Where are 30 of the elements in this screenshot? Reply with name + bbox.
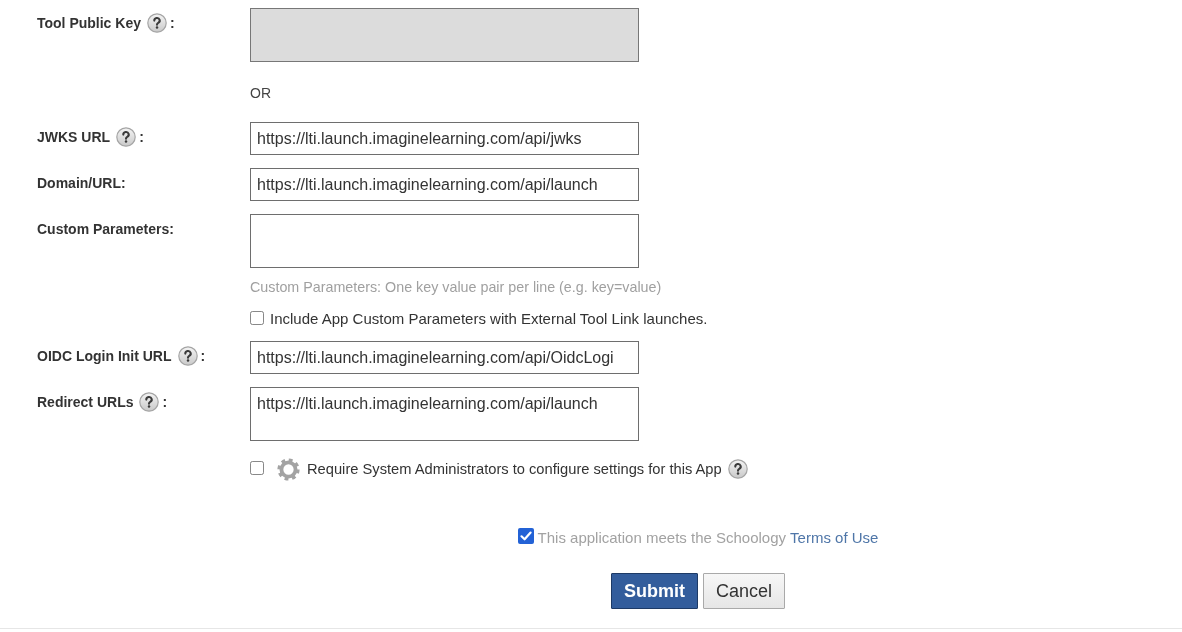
checkbox-label: Include App Custom Parameters with External Tool Link launches. xyxy=(270,310,708,328)
help-icon[interactable] xyxy=(727,459,748,479)
text-field[interactable]: https://lti.launch.imaginelearning.com/api/OidcLogi xyxy=(250,341,639,374)
cancel-button[interactable]: Cancel xyxy=(703,573,785,609)
help-icon[interactable] xyxy=(177,346,198,366)
field-label: Custom Parameters: xyxy=(37,220,174,238)
help-icon[interactable] xyxy=(139,392,160,412)
label-colon: : xyxy=(200,347,206,365)
field-label: Redirect URLs xyxy=(37,393,134,411)
checkbox[interactable] xyxy=(250,461,264,475)
field-label: Tool Public Key xyxy=(37,14,141,32)
label-colon: : xyxy=(170,14,175,32)
help-icon[interactable] xyxy=(116,127,137,147)
text-area[interactable]: https://lti.launch.imaginelearning.com/api/launch xyxy=(250,387,639,441)
label-colon: : xyxy=(139,128,144,146)
field-label: Domain/URL: xyxy=(37,174,126,192)
checkbox-label: Require System Administrators to configure settings for this App xyxy=(307,460,722,478)
field-label: JWKS URL xyxy=(37,128,111,146)
label-colon: : xyxy=(162,393,168,411)
checkbox[interactable] xyxy=(517,528,534,544)
terms-text: This application meets the Schoology xyxy=(537,529,787,547)
terms-link[interactable]: Terms of Use xyxy=(790,529,879,547)
field-label: OIDC Login Init URL xyxy=(37,347,172,365)
separator-text: OR xyxy=(250,84,271,102)
text-field[interactable]: https://lti.launch.imaginelearning.com/api/jwks xyxy=(250,122,639,155)
checkbox[interactable] xyxy=(250,311,264,325)
submit-button[interactable]: Submit xyxy=(611,573,698,609)
text-area[interactable] xyxy=(250,214,639,268)
help-text: Custom Parameters: One key value pair per line (e.g. key=value) xyxy=(250,278,662,296)
text-field[interactable]: https://lti.launch.imaginelearning.com/api/launch xyxy=(250,168,639,201)
